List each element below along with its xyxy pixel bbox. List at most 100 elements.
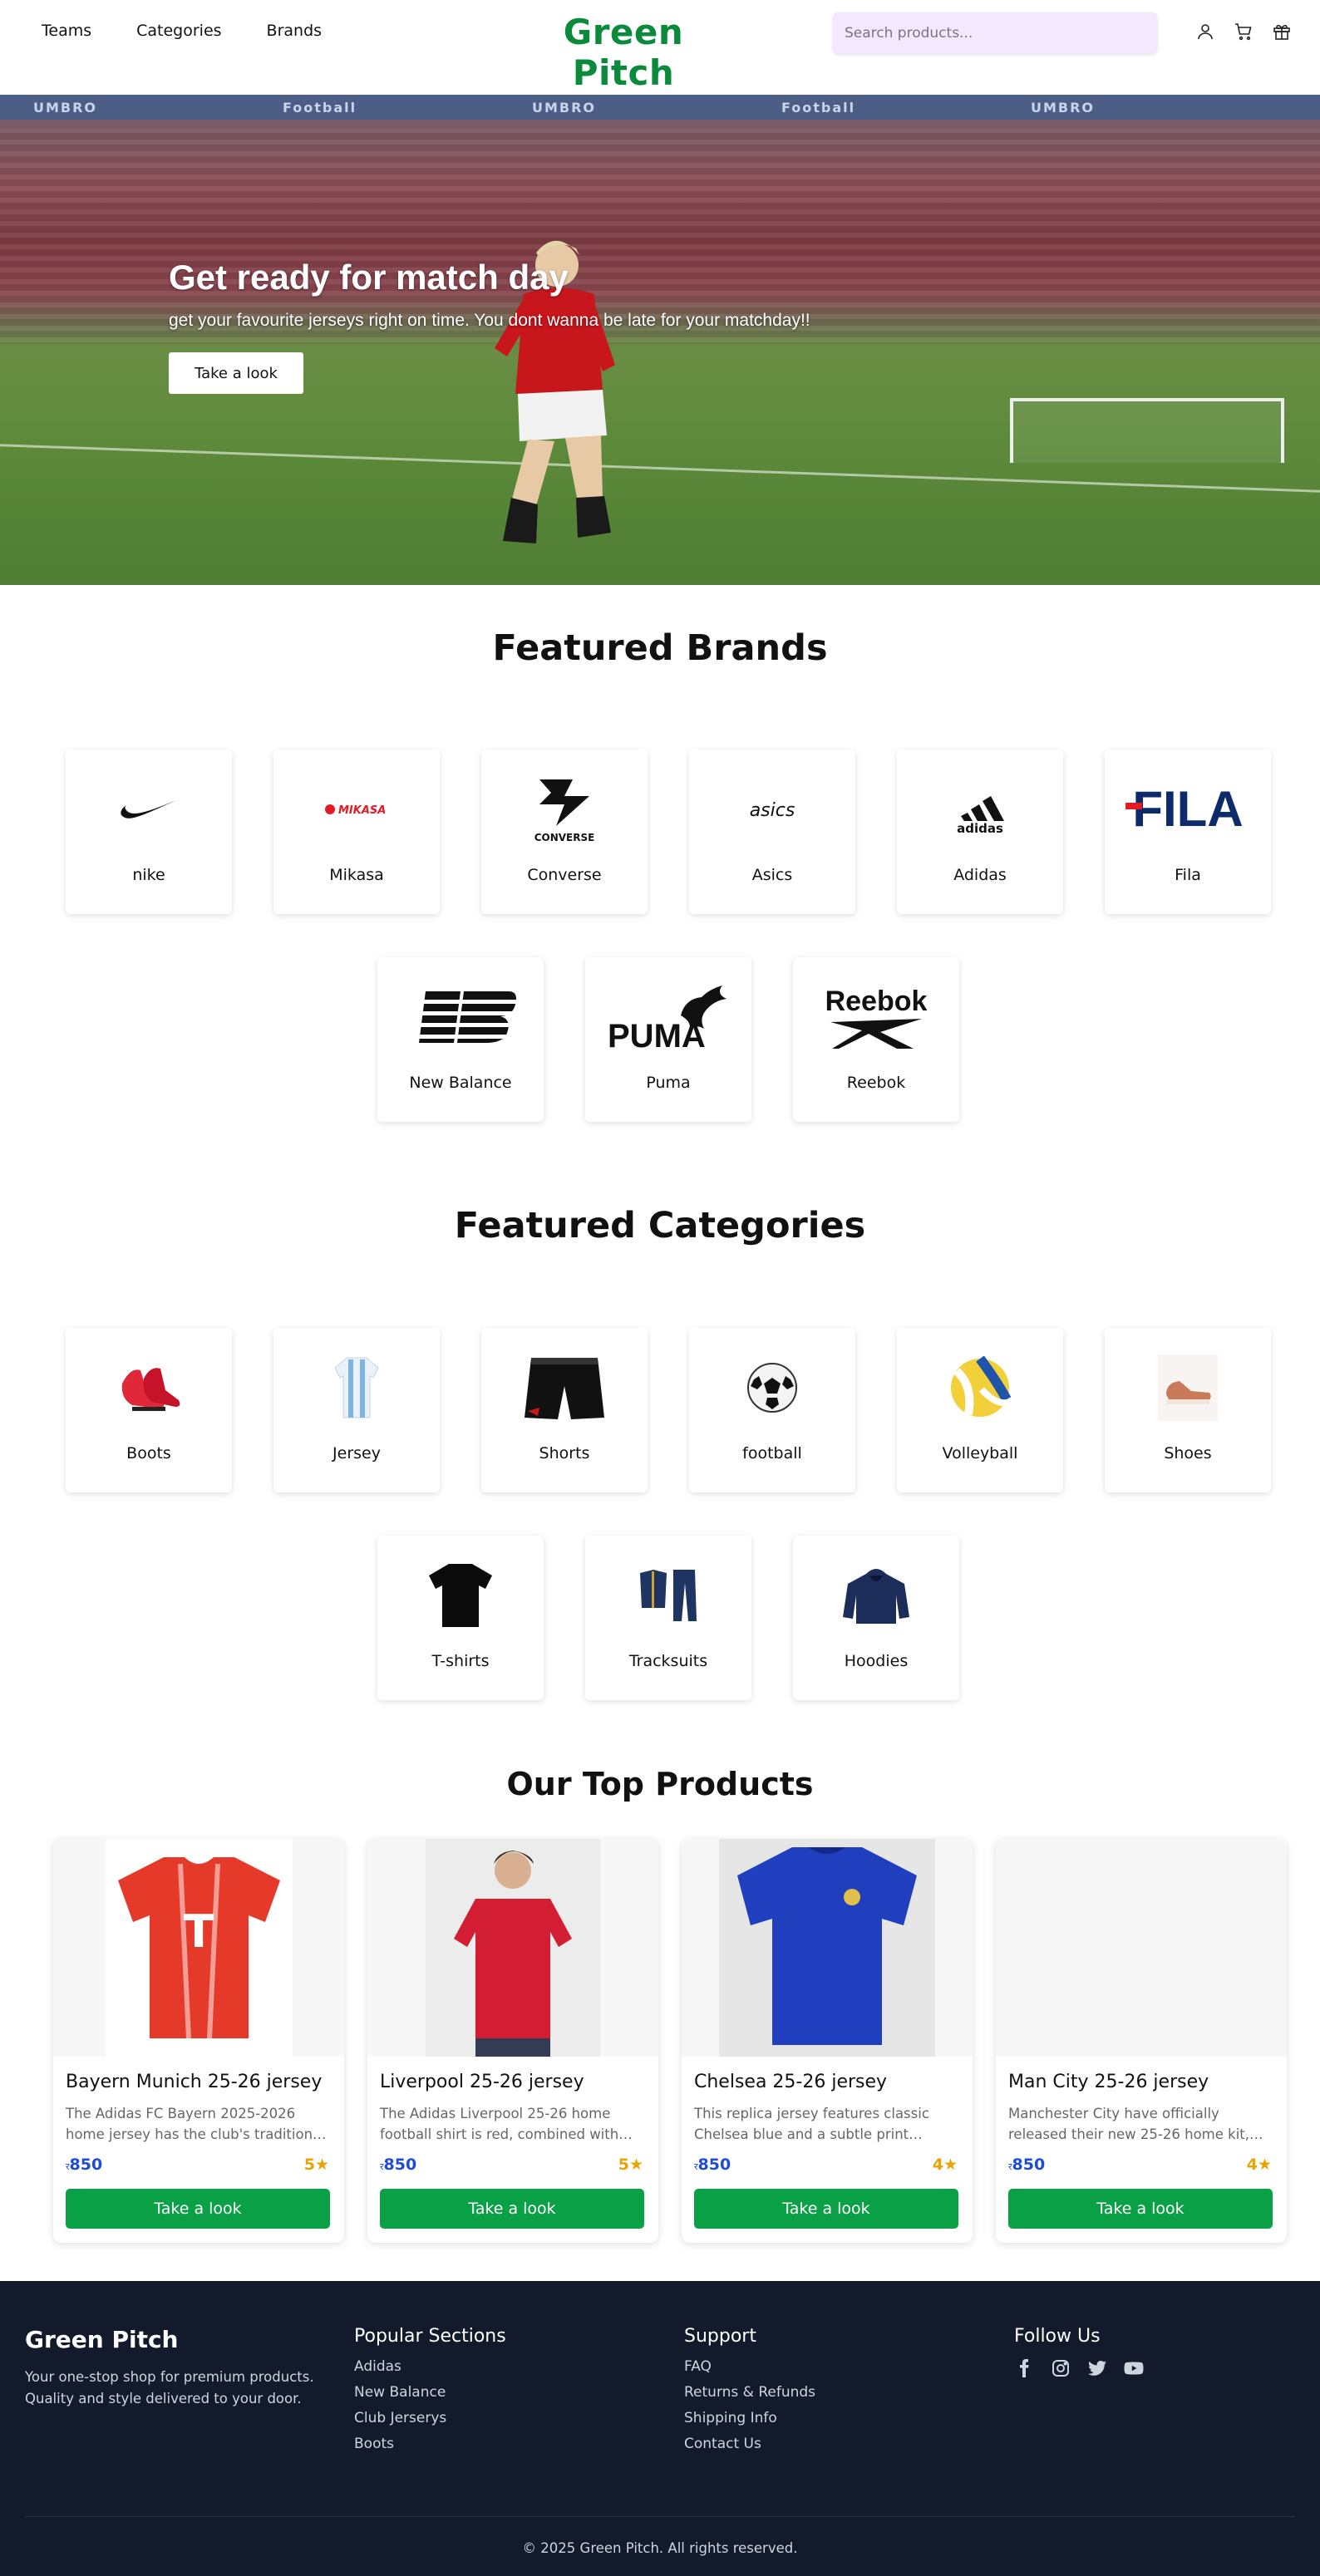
category-card-football[interactable]: football: [689, 1328, 855, 1492]
instagram-icon[interactable]: [1051, 2358, 1071, 2378]
footer-divider: [25, 2516, 1295, 2517]
hero-title: Get ready for match day: [169, 258, 569, 297]
brand-card-fila[interactable]: FILA Fila: [1105, 750, 1271, 914]
nav-categories[interactable]: Categories: [136, 22, 221, 40]
brand-card-adidas[interactable]: adidas Adidas: [897, 750, 1063, 914]
product-title[interactable]: Chelsea 25-26 jersey: [694, 2072, 887, 2092]
stand-ad-text: UMBRO: [33, 100, 98, 116]
brand-card-asics[interactable]: asics Asics: [689, 750, 855, 914]
product-card[interactable]: T Bayern Munich 25-26 jersey The Adidas …: [53, 1839, 344, 2243]
footer-brand[interactable]: Green Pitch: [25, 2326, 324, 2353]
brand-card-new-balance[interactable]: New Balance: [377, 957, 544, 1122]
site-logo[interactable]: Green Pitch: [515, 12, 731, 93]
take-a-look-button[interactable]: Take a look: [380, 2189, 644, 2229]
hero-cta-button[interactable]: Take a look: [169, 352, 303, 394]
brand-name: Asics: [751, 866, 793, 884]
category-name: Volleyball: [942, 1444, 1018, 1463]
products-section-title: Our Top Products: [506, 1766, 814, 1802]
football-image: [689, 1346, 855, 1429]
asics-logo: asics: [689, 768, 855, 851]
category-card-tshirts[interactable]: T-shirts: [377, 1536, 544, 1700]
goal-post: [1010, 398, 1284, 463]
adidas-logo-text: adidas: [957, 821, 1003, 834]
take-a-look-button[interactable]: Take a look: [1008, 2189, 1273, 2229]
category-name: Shorts: [539, 1444, 590, 1463]
product-image: T: [53, 1839, 344, 2057]
converse-logo-text: CONVERSE: [534, 832, 595, 843]
shorts-image: [481, 1346, 648, 1429]
footer-link-club-jerseys[interactable]: Club Jerserys: [354, 2410, 506, 2426]
product-rating: 5★: [618, 2156, 643, 2174]
social-icons: [1014, 2358, 1144, 2378]
take-a-look-button[interactable]: Take a look: [66, 2189, 330, 2229]
category-name: T-shirts: [431, 1652, 490, 1670]
facebook-icon[interactable]: [1014, 2358, 1034, 2378]
product-rating: 4★: [1246, 2156, 1272, 2174]
product-title[interactable]: Liverpool 25-26 jersey: [380, 2072, 584, 2092]
product-image: [682, 1839, 973, 2057]
nav-brands[interactable]: Brands: [267, 22, 323, 40]
stand-ad-text: UMBRO: [1031, 100, 1096, 116]
shoes-image: [1105, 1346, 1271, 1429]
youtube-icon[interactable]: [1124, 2358, 1144, 2378]
footer-link-faq[interactable]: FAQ: [684, 2358, 815, 2375]
footer-follow-us: Follow Us: [1014, 2326, 1144, 2378]
mikasa-logo-text: MIKASA: [338, 804, 386, 817]
price-value: 850: [697, 2156, 731, 2174]
category-card-hoodies[interactable]: Hoodies: [793, 1536, 959, 1700]
category-card-boots[interactable]: Boots: [66, 1328, 232, 1492]
product-card[interactable]: Chelsea 25-26 jersey This replica jersey…: [682, 1839, 973, 2243]
product-title[interactable]: Bayern Munich 25-26 jersey: [66, 2072, 322, 2092]
footer-heading: Follow Us: [1014, 2326, 1101, 2347]
category-card-tracksuits[interactable]: Tracksuits: [585, 1536, 751, 1700]
category-card-jersey[interactable]: Jersey: [273, 1328, 440, 1492]
footer-link-new-balance[interactable]: New Balance: [354, 2384, 506, 2401]
footer-link-boots[interactable]: Boots: [354, 2436, 506, 2452]
footer-link-contact[interactable]: Contact Us: [684, 2436, 815, 2452]
product-card[interactable]: Liverpool 25-26 jersey The Adidas Liverp…: [367, 1839, 658, 2243]
category-name: Hoodies: [844, 1652, 909, 1670]
category-card-volleyball[interactable]: Volleyball: [897, 1328, 1063, 1492]
footer-popular-sections: Popular Sections Adidas New Balance Club…: [354, 2326, 506, 2461]
take-a-look-button[interactable]: Take a look: [694, 2189, 958, 2229]
price-value: 850: [1012, 2156, 1046, 2174]
footer-link-shipping[interactable]: Shipping Info: [684, 2410, 815, 2426]
brand-card-nike[interactable]: nike: [66, 750, 232, 914]
stadium-stand-banner: UMBRO Football UMBRO Football UMBRO: [0, 95, 1320, 120]
jersey-image: [273, 1346, 440, 1429]
footer-link-returns[interactable]: Returns & Refunds: [684, 2384, 815, 2401]
main-nav: Teams Categories Brands: [42, 22, 367, 40]
brand-name: Puma: [646, 1074, 691, 1092]
category-name: Shoes: [1164, 1444, 1212, 1463]
footer-support: Support FAQ Returns & Refunds Shipping I…: [684, 2326, 815, 2461]
category-card-shorts[interactable]: Shorts: [481, 1328, 648, 1492]
twitter-icon[interactable]: [1087, 2358, 1107, 2378]
category-name: football: [742, 1444, 802, 1463]
brand-card-puma[interactable]: PUMA Puma: [585, 957, 751, 1122]
puma-logo: PUMA: [585, 976, 751, 1059]
category-name: Tracksuits: [628, 1652, 708, 1670]
brand-name: Fila: [1175, 866, 1201, 884]
stand-ad-text: UMBRO: [532, 100, 597, 116]
gift-icon[interactable]: [1272, 22, 1292, 42]
stand-ad-text: Football: [781, 100, 856, 116]
product-price: र850: [66, 2156, 102, 2174]
stand-ad-text: Football: [283, 100, 357, 116]
brand-card-converse[interactable]: CONVERSE Converse: [481, 750, 648, 914]
brand-card-reebok[interactable]: Reebok Reebok: [793, 957, 959, 1122]
product-image-placeholder: [996, 1839, 1287, 2057]
boots-image: [66, 1346, 232, 1429]
cart-icon[interactable]: [1234, 22, 1254, 42]
search-input[interactable]: [833, 12, 1157, 54]
hoodie-image: [793, 1554, 959, 1637]
product-card[interactable]: Man City 25-26 jersey Manchester City ha…: [996, 1839, 1287, 2243]
brand-card-mikasa[interactable]: MIKASA Mikasa: [273, 750, 440, 914]
nav-teams[interactable]: Teams: [42, 22, 91, 40]
footer-heading: Popular Sections: [354, 2326, 506, 2347]
category-card-shoes[interactable]: Shoes: [1105, 1328, 1271, 1492]
product-title[interactable]: Man City 25-26 jersey: [1008, 2072, 1209, 2092]
footer-link-adidas[interactable]: Adidas: [354, 2358, 506, 2375]
user-icon[interactable]: [1195, 22, 1215, 42]
brand-name: Mikasa: [329, 866, 384, 884]
category-name: Boots: [126, 1444, 171, 1463]
